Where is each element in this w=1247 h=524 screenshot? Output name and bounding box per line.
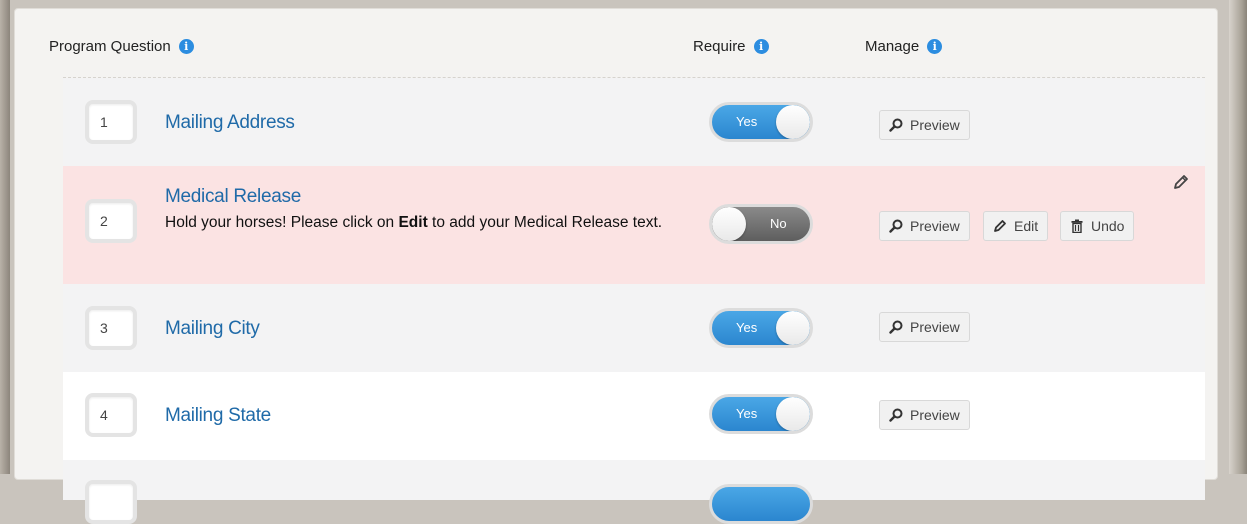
header-manage-label: Manage bbox=[865, 38, 920, 55]
info-icon[interactable]: i bbox=[927, 39, 943, 54]
table-row: 1 Mailing Address Yes Preview bbox=[63, 78, 1205, 166]
toggle-label: Yes bbox=[736, 406, 758, 421]
table-row bbox=[63, 460, 1205, 524]
questions-panel: Program Question i Require i Manage i 1 … bbox=[14, 8, 1218, 524]
preview-button-label: Preview bbox=[910, 218, 960, 234]
preview-button-label: Preview bbox=[910, 117, 960, 133]
preview-button[interactable]: Preview bbox=[879, 211, 970, 241]
pencil-icon bbox=[994, 220, 1006, 232]
search-icon bbox=[889, 118, 903, 132]
warning-text-start: Hold your horses! Please click on bbox=[165, 214, 399, 231]
search-icon bbox=[889, 219, 903, 233]
header-manage: Manage i bbox=[865, 38, 943, 55]
left-backdrop bbox=[0, 0, 10, 474]
toggle-knob bbox=[776, 397, 810, 431]
edit-button-label: Edit bbox=[1014, 218, 1039, 234]
table-row: 3 Mailing City Yes Preview bbox=[63, 284, 1205, 372]
question-title[interactable]: Medical Release bbox=[165, 186, 301, 208]
undo-button-label: Undo bbox=[1091, 218, 1125, 234]
search-icon bbox=[889, 320, 903, 334]
require-toggle[interactable]: No bbox=[709, 204, 813, 244]
order-number-field[interactable]: 1 bbox=[85, 100, 137, 144]
table-row: 2 Medical Release Hold your horses! Plea… bbox=[63, 166, 1205, 284]
missing-text-warning: Hold your horses! Please click on Edit t… bbox=[165, 212, 725, 234]
toggle-knob bbox=[776, 311, 810, 345]
order-number-field[interactable] bbox=[85, 480, 137, 524]
toggle-label: Yes bbox=[736, 114, 758, 129]
header-require-label: Require bbox=[693, 38, 746, 55]
toggle-knob bbox=[776, 105, 810, 139]
toggle-label: Yes bbox=[736, 320, 758, 335]
order-number-field[interactable]: 2 bbox=[85, 199, 137, 243]
edit-button[interactable]: Edit bbox=[983, 211, 1049, 241]
pencil-icon[interactable] bbox=[1173, 174, 1189, 190]
require-toggle[interactable] bbox=[709, 484, 813, 524]
preview-button-label: Preview bbox=[910, 319, 960, 335]
header-program-question: Program Question i bbox=[49, 38, 194, 55]
order-number-field[interactable]: 3 bbox=[85, 306, 137, 350]
warning-text-end: to add your Medical Release text. bbox=[427, 214, 663, 231]
require-toggle[interactable]: Yes bbox=[709, 308, 813, 348]
table-row: 4 Mailing State Yes Preview bbox=[63, 372, 1205, 460]
preview-button[interactable]: Preview bbox=[879, 110, 970, 140]
question-title[interactable]: Mailing City bbox=[165, 318, 260, 340]
require-toggle[interactable]: Yes bbox=[709, 394, 813, 434]
trash-icon bbox=[1071, 219, 1083, 233]
question-title[interactable]: Mailing State bbox=[165, 405, 271, 427]
toggle-label: No bbox=[770, 216, 787, 231]
undo-button[interactable]: Undo bbox=[1060, 211, 1135, 241]
order-number-field[interactable]: 4 bbox=[85, 393, 137, 437]
header-require: Require i bbox=[693, 38, 769, 55]
right-backdrop bbox=[1229, 0, 1247, 474]
require-toggle[interactable]: Yes bbox=[709, 102, 813, 142]
preview-button[interactable]: Preview bbox=[879, 312, 970, 342]
warning-text-edit: Edit bbox=[398, 214, 428, 231]
question-title[interactable]: Mailing Address bbox=[165, 112, 295, 134]
info-icon[interactable]: i bbox=[753, 39, 769, 54]
header-program-question-label: Program Question bbox=[49, 38, 171, 55]
toggle-knob bbox=[712, 207, 746, 241]
info-icon[interactable]: i bbox=[178, 39, 194, 54]
preview-button[interactable]: Preview bbox=[879, 400, 970, 430]
preview-button-label: Preview bbox=[910, 407, 960, 423]
search-icon bbox=[889, 408, 903, 422]
question-list: 1 Mailing Address Yes Preview 2 Medical … bbox=[63, 77, 1205, 524]
